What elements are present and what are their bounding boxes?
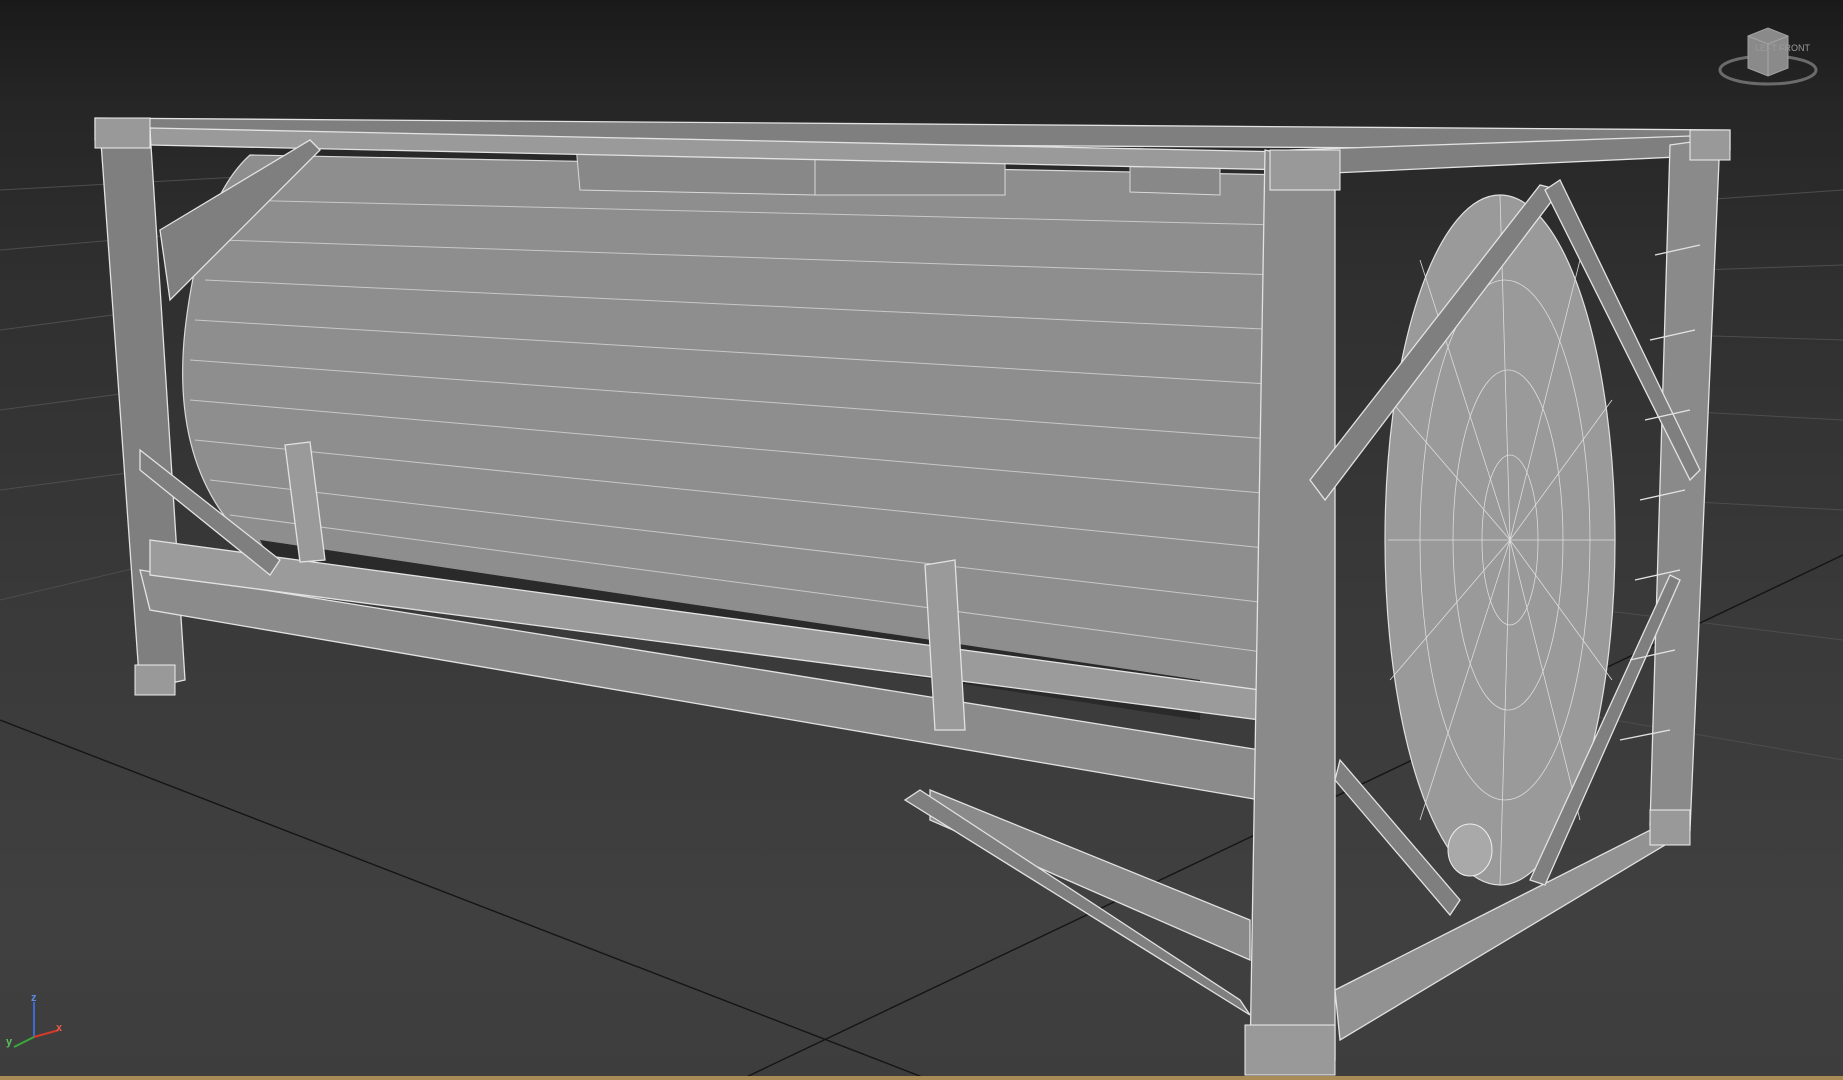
viewcube-front-face[interactable]: FRONT [1779,43,1810,53]
axis-tripod: z x y [4,992,64,1052]
perspective-viewport[interactable]: LEFT FRONT z x y [0,0,1843,1080]
scene-canvas[interactable] [0,0,1843,1080]
viewcube-left-face[interactable]: LEFT [1755,43,1777,53]
axis-z-label: z [31,992,37,1004]
axis-y-label: y [6,1036,13,1048]
viewcube[interactable]: LEFT FRONT [1713,18,1823,98]
viewcube-graphic[interactable] [1713,18,1823,98]
viewport-active-border [0,1076,1843,1080]
axis-x-label: x [56,1022,63,1034]
